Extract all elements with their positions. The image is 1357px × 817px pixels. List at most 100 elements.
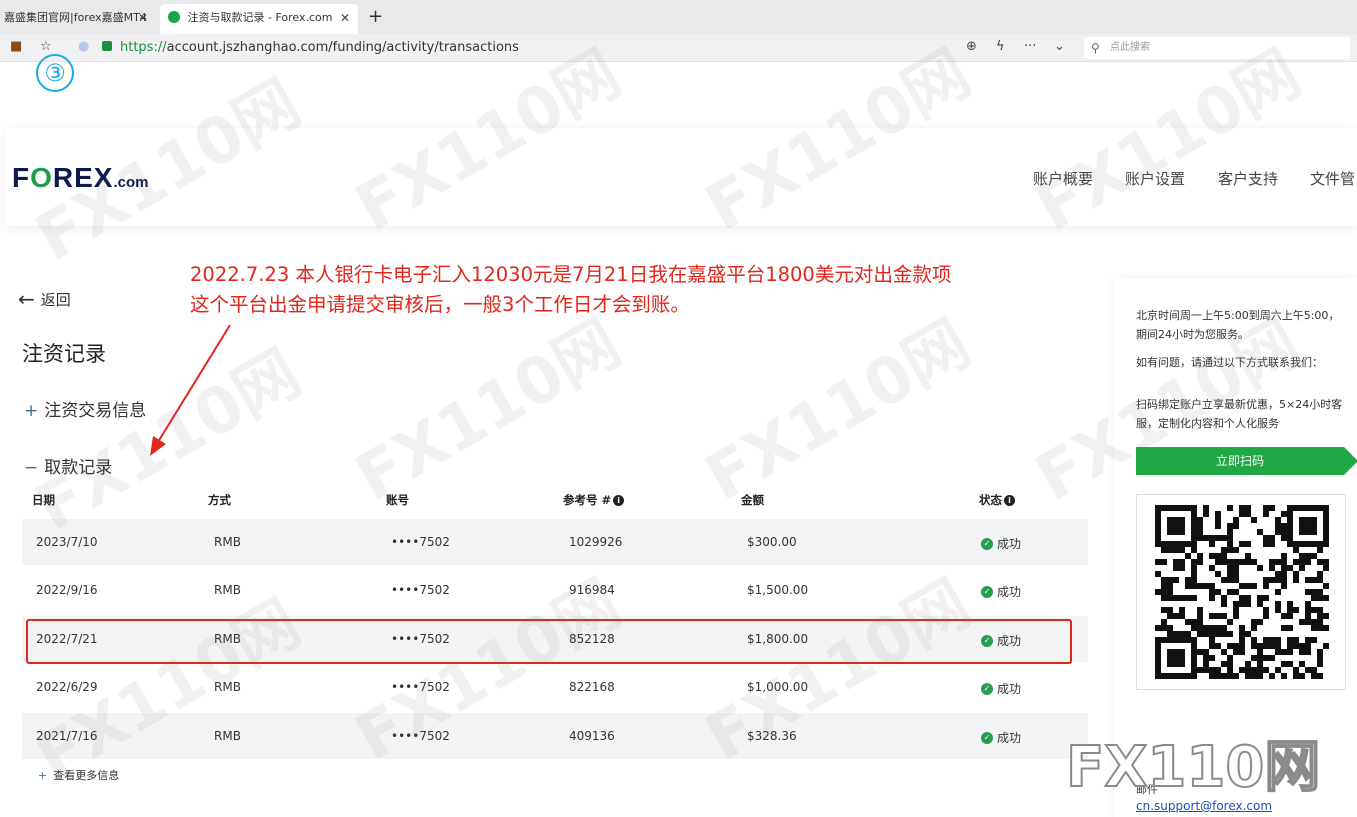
qr-module <box>1257 595 1263 601</box>
qr-module <box>1161 625 1167 631</box>
qr-module <box>1275 607 1281 613</box>
qr-module <box>1191 577 1197 583</box>
qr-module <box>1197 529 1203 535</box>
qr-module <box>1221 673 1227 679</box>
qr-module <box>1209 589 1215 595</box>
qr-module <box>1179 631 1185 637</box>
search-input[interactable]: ⚲ 点此搜索 <box>1084 37 1350 59</box>
cell-status: ✓ 成功 <box>981 535 1021 552</box>
qr-module <box>1245 595 1251 601</box>
qr-module <box>1287 607 1293 613</box>
cell-status: ✓ 成功 <box>981 583 1021 600</box>
watermark: FX110网 <box>343 306 633 516</box>
qr-module <box>1179 649 1185 655</box>
cell-account: ••••7502 <box>391 535 450 549</box>
url-field[interactable]: https://account.jszhanghao.com/funding/a… <box>120 40 519 55</box>
qr-module <box>1287 625 1293 631</box>
qr-module <box>1305 619 1311 625</box>
close-tab-icon[interactable]: ✕ <box>340 4 350 32</box>
qr-module <box>1245 667 1251 673</box>
support-email-link[interactable]: cn.support@forex.com <box>1136 799 1272 813</box>
qr-module <box>1155 505 1161 511</box>
qr-module <box>1311 637 1317 643</box>
qr-module <box>1221 553 1227 559</box>
qr-module <box>1323 625 1329 631</box>
cell-account: ••••7502 <box>391 583 450 597</box>
qr-module <box>1275 517 1281 523</box>
qr-module <box>1155 637 1161 643</box>
qr-module <box>1227 547 1233 553</box>
qr-module <box>1203 631 1209 637</box>
qr-module <box>1233 559 1239 565</box>
info-icon[interactable]: i <box>1004 495 1015 506</box>
qr-module <box>1233 589 1239 595</box>
deposit-section-toggle[interactable]: + 注资交易信息 <box>24 396 146 421</box>
qr-module <box>1191 541 1197 547</box>
qr-module <box>1323 643 1329 649</box>
qr-module <box>1227 631 1233 637</box>
qr-module <box>1251 619 1257 625</box>
qr-module <box>1155 523 1161 529</box>
qr-module <box>1155 643 1161 649</box>
qr-module <box>1275 601 1281 607</box>
qr-module <box>1239 637 1245 643</box>
more-icon[interactable]: ··· <box>1024 39 1036 54</box>
qr-module <box>1317 547 1323 553</box>
qr-module <box>1161 595 1167 601</box>
qr-module <box>1215 511 1221 517</box>
qr-module <box>1191 511 1197 517</box>
chevron-down-icon[interactable]: ⌄ <box>1054 39 1065 54</box>
zoom-icon[interactable]: ⊕ <box>966 39 977 54</box>
extension-icon[interactable]: ■ <box>10 39 22 54</box>
qr-module <box>1269 541 1275 547</box>
qr-module <box>1215 535 1221 541</box>
cell-date: 2022/9/16 <box>36 583 98 597</box>
show-more-link[interactable]: + 查看更多信息 <box>38 767 119 783</box>
qr-module <box>1293 643 1299 649</box>
qr-module <box>1179 607 1185 613</box>
qr-module <box>1281 571 1287 577</box>
close-tab-icon[interactable]: ✕ <box>138 4 148 32</box>
qr-module <box>1323 583 1329 589</box>
qr-module <box>1245 631 1251 637</box>
qr-module <box>1191 661 1197 667</box>
qr-module <box>1167 547 1173 553</box>
qr-module <box>1215 559 1221 565</box>
qr-module <box>1173 595 1179 601</box>
back-link[interactable]: ← 返回 <box>18 286 71 311</box>
qr-module <box>1251 625 1257 631</box>
qr-module <box>1209 541 1215 547</box>
nav-customer-support[interactable]: 客户支持 <box>1218 168 1278 189</box>
qr-module <box>1257 529 1263 535</box>
browser-tab-forex-cn[interactable]: 嘉盛集团官网|forex嘉盛MT4 ✕ <box>0 4 160 34</box>
info-icon[interactable]: i <box>613 495 625 506</box>
lightning-icon[interactable]: ϟ <box>996 39 1005 54</box>
qr-module <box>1215 667 1221 673</box>
scan-now-button[interactable]: 立即扫码 <box>1136 447 1344 475</box>
qr-module <box>1209 613 1215 619</box>
qr-module <box>1209 625 1215 631</box>
nav-account-settings[interactable]: 账户设置 <box>1125 168 1185 189</box>
qr-module <box>1209 631 1215 637</box>
forex-logo[interactable]: FOREX.com <box>12 162 148 194</box>
qr-module <box>1215 589 1221 595</box>
qr-module <box>1299 541 1305 547</box>
qr-module <box>1227 589 1233 595</box>
browser-tab-active[interactable]: 注资与取款记录 - Forex.com ✕ <box>160 4 358 34</box>
qr-module <box>1317 673 1323 679</box>
qr-module <box>1233 613 1239 619</box>
qr-module <box>1209 565 1215 571</box>
shield-icon[interactable]: ● <box>78 39 89 54</box>
qr-module <box>1299 565 1305 571</box>
qr-module <box>1311 589 1317 595</box>
nav-account-overview[interactable]: 账户概要 <box>1033 168 1093 189</box>
favorite-star-icon[interactable]: ☆ <box>40 39 52 54</box>
new-tab-button[interactable]: + <box>368 4 383 30</box>
nav-documents[interactable]: 文件管 <box>1310 168 1355 189</box>
qr-module <box>1227 619 1233 625</box>
withdraw-section-toggle[interactable]: − 取款记录 <box>24 453 112 478</box>
qr-module <box>1239 595 1245 601</box>
qr-module <box>1227 505 1233 511</box>
qr-module <box>1185 583 1191 589</box>
table-row: 2021/7/16 RMB ••••7502 409136 $328.36 ✓ 成… <box>22 713 1088 759</box>
